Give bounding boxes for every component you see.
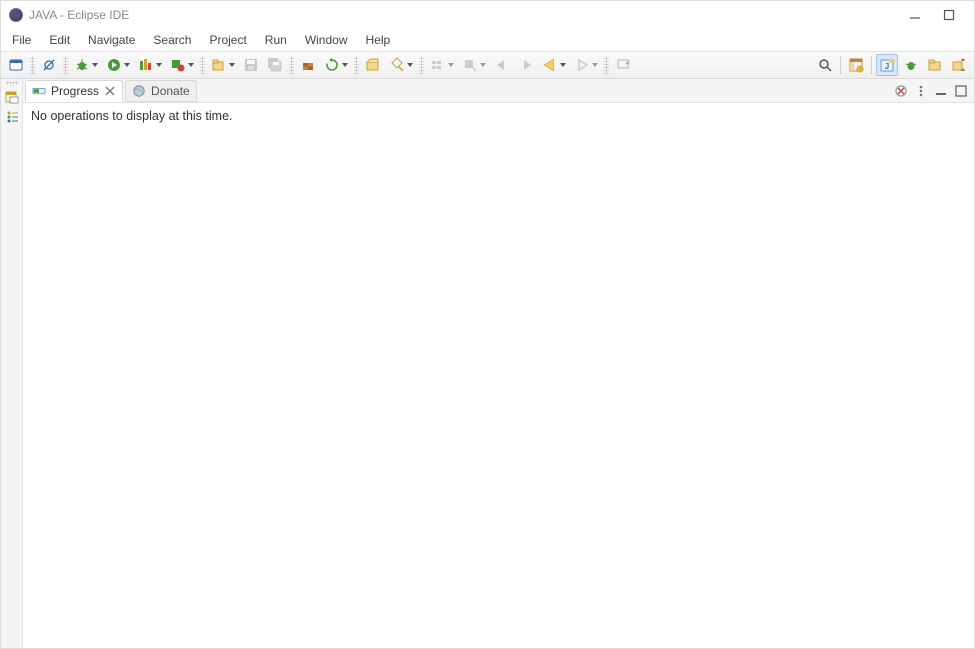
window-minimize-button[interactable] bbox=[898, 5, 932, 25]
debug-button[interactable] bbox=[71, 54, 101, 76]
toolbar-handle[interactable] bbox=[419, 56, 424, 74]
search-button[interactable] bbox=[386, 54, 416, 76]
build-button[interactable] bbox=[297, 54, 319, 76]
toolbar-handle[interactable] bbox=[30, 56, 35, 74]
resource-perspective-button[interactable] bbox=[924, 54, 946, 76]
tab-donate-label: Donate bbox=[151, 84, 190, 98]
minimize-view-button[interactable] bbox=[932, 82, 950, 100]
progress-empty-message: No operations to display at this time. bbox=[31, 109, 233, 123]
pin-editor-button[interactable] bbox=[612, 54, 634, 76]
menu-project[interactable]: Project bbox=[200, 31, 255, 49]
menu-help[interactable]: Help bbox=[357, 31, 400, 49]
window-title: JAVA - Eclipse IDE bbox=[29, 8, 898, 22]
window-titlebar: JAVA - Eclipse IDE bbox=[1, 1, 974, 29]
toolbar-separator bbox=[871, 56, 872, 74]
chevron-down-icon bbox=[480, 63, 486, 67]
chevron-down-icon bbox=[560, 63, 566, 67]
toolbar-handle[interactable] bbox=[354, 56, 359, 74]
window-maximize-button[interactable] bbox=[932, 5, 966, 25]
menu-file[interactable]: File bbox=[3, 31, 40, 49]
clear-all-button[interactable] bbox=[892, 82, 910, 100]
view-tabbar: Progress Donate bbox=[23, 79, 974, 103]
chevron-down-icon bbox=[156, 63, 162, 67]
menu-navigate[interactable]: Navigate bbox=[79, 31, 144, 49]
toolbar-handle[interactable] bbox=[200, 56, 205, 74]
maximize-view-button[interactable] bbox=[952, 82, 970, 100]
view-toolbar bbox=[892, 80, 974, 102]
chevron-down-icon bbox=[92, 63, 98, 67]
menu-search[interactable]: Search bbox=[144, 31, 200, 49]
close-tab-button[interactable] bbox=[104, 85, 116, 97]
save-all-button[interactable] bbox=[264, 54, 286, 76]
open-perspective-button[interactable] bbox=[845, 54, 867, 76]
refresh-button[interactable] bbox=[321, 54, 351, 76]
prev-edit-button[interactable] bbox=[491, 54, 513, 76]
run-last-tool-button[interactable] bbox=[167, 54, 197, 76]
debug-perspective-button[interactable] bbox=[900, 54, 922, 76]
tab-progress-label: Progress bbox=[51, 84, 99, 98]
next-edit-button[interactable] bbox=[515, 54, 537, 76]
main-menubar: File Edit Navigate Search Project Run Wi… bbox=[1, 29, 974, 51]
toggle-mark-button[interactable] bbox=[459, 54, 489, 76]
chevron-down-icon bbox=[124, 63, 130, 67]
main-toolbar: J bbox=[1, 51, 974, 79]
toggle-breadcrumb-button[interactable] bbox=[427, 54, 457, 76]
chevron-down-icon bbox=[342, 63, 348, 67]
toolbar-handle[interactable] bbox=[604, 56, 609, 74]
toolbar-separator bbox=[840, 56, 841, 74]
tab-donate[interactable]: Donate bbox=[125, 80, 197, 102]
forward-button[interactable] bbox=[571, 54, 601, 76]
access-search-button[interactable] bbox=[814, 54, 836, 76]
workspace-area: Progress Donate bbox=[1, 79, 974, 648]
chevron-down-icon bbox=[592, 63, 598, 67]
eclipse-app-icon bbox=[9, 8, 23, 22]
new-package-button[interactable] bbox=[208, 54, 238, 76]
tab-progress[interactable]: Progress bbox=[25, 80, 123, 102]
restore-outline-button[interactable] bbox=[4, 109, 20, 125]
java-perspective-button[interactable]: J bbox=[876, 54, 898, 76]
trim-handle[interactable] bbox=[6, 81, 18, 85]
toolbar-handle[interactable] bbox=[63, 56, 68, 74]
globe-icon bbox=[132, 84, 146, 98]
view-menu-button[interactable] bbox=[912, 82, 930, 100]
toolbar-handle[interactable] bbox=[289, 56, 294, 74]
run-button[interactable] bbox=[103, 54, 133, 76]
restore-package-explorer-button[interactable] bbox=[4, 89, 20, 105]
menu-run[interactable]: Run bbox=[256, 31, 296, 49]
chevron-down-icon bbox=[229, 63, 235, 67]
coverage-button[interactable] bbox=[135, 54, 165, 76]
chevron-down-icon bbox=[188, 63, 194, 67]
team-sync-perspective-button[interactable] bbox=[948, 54, 970, 76]
progress-icon bbox=[32, 84, 46, 98]
svg-text:J: J bbox=[885, 62, 889, 71]
menu-edit[interactable]: Edit bbox=[40, 31, 79, 49]
skip-breakpoints-button[interactable] bbox=[38, 54, 60, 76]
progress-view: Progress Donate bbox=[23, 79, 974, 648]
chevron-down-icon bbox=[407, 63, 413, 67]
progress-view-body: No operations to display at this time. bbox=[23, 103, 974, 648]
save-button[interactable] bbox=[240, 54, 262, 76]
chevron-down-icon bbox=[448, 63, 454, 67]
left-trim-stack bbox=[1, 79, 23, 648]
open-type-button[interactable] bbox=[362, 54, 384, 76]
back-button[interactable] bbox=[539, 54, 569, 76]
new-button[interactable] bbox=[5, 54, 27, 76]
menu-window[interactable]: Window bbox=[296, 31, 357, 49]
